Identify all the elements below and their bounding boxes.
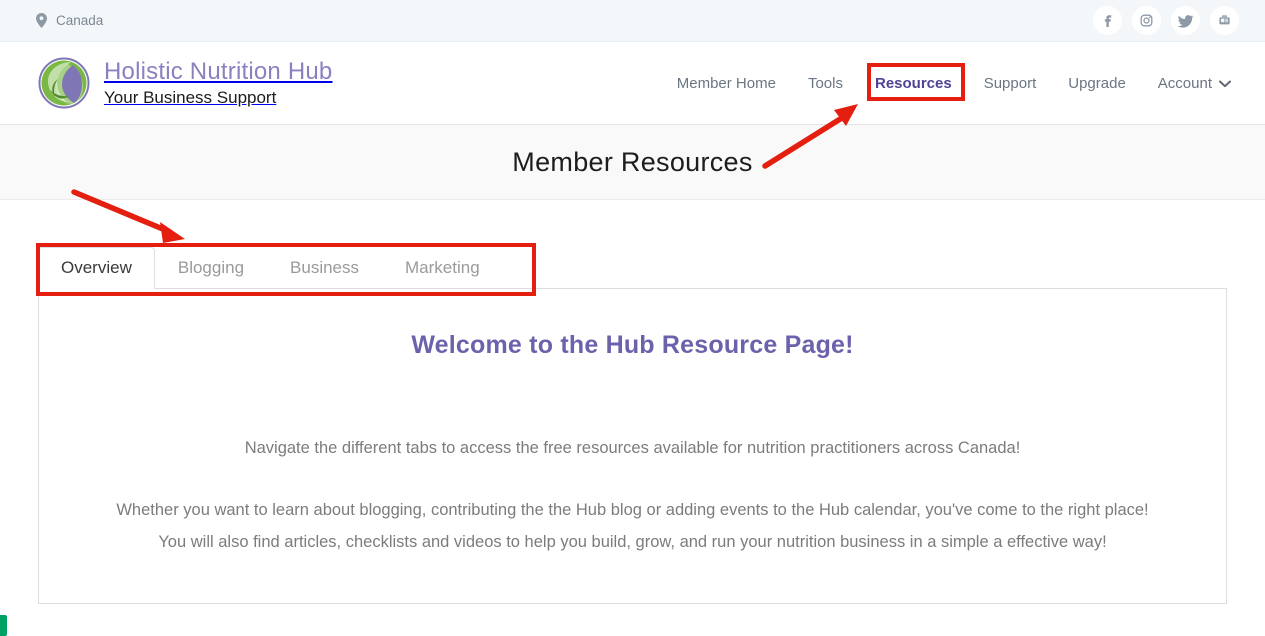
content-heading: Welcome to the Hub Resource Page! — [411, 331, 854, 359]
social-links — [1093, 6, 1239, 35]
map-pin-icon — [36, 13, 47, 28]
tab-blogging[interactable]: Blogging — [155, 247, 267, 288]
chat-widget-indicator[interactable] — [0, 615, 7, 636]
top-utility-bar: Canada — [0, 0, 1265, 42]
holistic-nutrition-hub-logo — [38, 57, 90, 109]
site-tagline: Your Business Support — [104, 87, 277, 107]
site-title: Holistic Nutrition Hub — [104, 58, 333, 86]
nav-item-tools[interactable]: Tools — [792, 69, 859, 98]
main-navigation: Member Home Tools Resources Support Upgr… — [661, 69, 1239, 98]
resource-tabs: Overview Blogging Business Marketing — [38, 246, 1227, 289]
youtube-icon[interactable] — [1210, 6, 1239, 35]
nav-item-upgrade[interactable]: Upgrade — [1052, 69, 1142, 98]
page-title-band: Member Resources — [0, 125, 1265, 200]
chevron-down-icon — [1219, 75, 1231, 92]
site-header: Holistic Nutrition Hub Your Business Sup… — [0, 42, 1265, 125]
nav-item-support[interactable]: Support — [968, 69, 1053, 98]
nav-item-account[interactable]: Account — [1142, 69, 1239, 98]
nav-item-member-home[interactable]: Member Home — [661, 69, 792, 98]
tab-overview[interactable]: Overview — [38, 246, 155, 289]
nav-item-account-label: Account — [1157, 74, 1212, 92]
twitter-icon[interactable] — [1171, 6, 1200, 35]
location-label: Canada — [56, 13, 104, 28]
tab-business[interactable]: Business — [267, 247, 382, 288]
content-area: Overview Blogging Business Marketing Wel… — [0, 246, 1265, 604]
brand-home-link[interactable]: Holistic Nutrition Hub Your Business Sup… — [38, 57, 332, 109]
page-title: Member Resources — [512, 146, 753, 177]
location-indicator: Canada — [36, 13, 103, 28]
nav-item-resources[interactable]: Resources — [859, 69, 968, 98]
tab-panel-overview: Welcome to the Hub Resource Page! Naviga… — [38, 289, 1227, 604]
content-paragraph-1: Navigate the different tabs to access th… — [244, 439, 1021, 457]
instagram-icon[interactable] — [1132, 6, 1161, 35]
tab-marketing[interactable]: Marketing — [382, 247, 503, 288]
content-paragraph-2: Whether you want to learn about blogging… — [116, 501, 1149, 552]
facebook-icon[interactable] — [1093, 6, 1122, 35]
